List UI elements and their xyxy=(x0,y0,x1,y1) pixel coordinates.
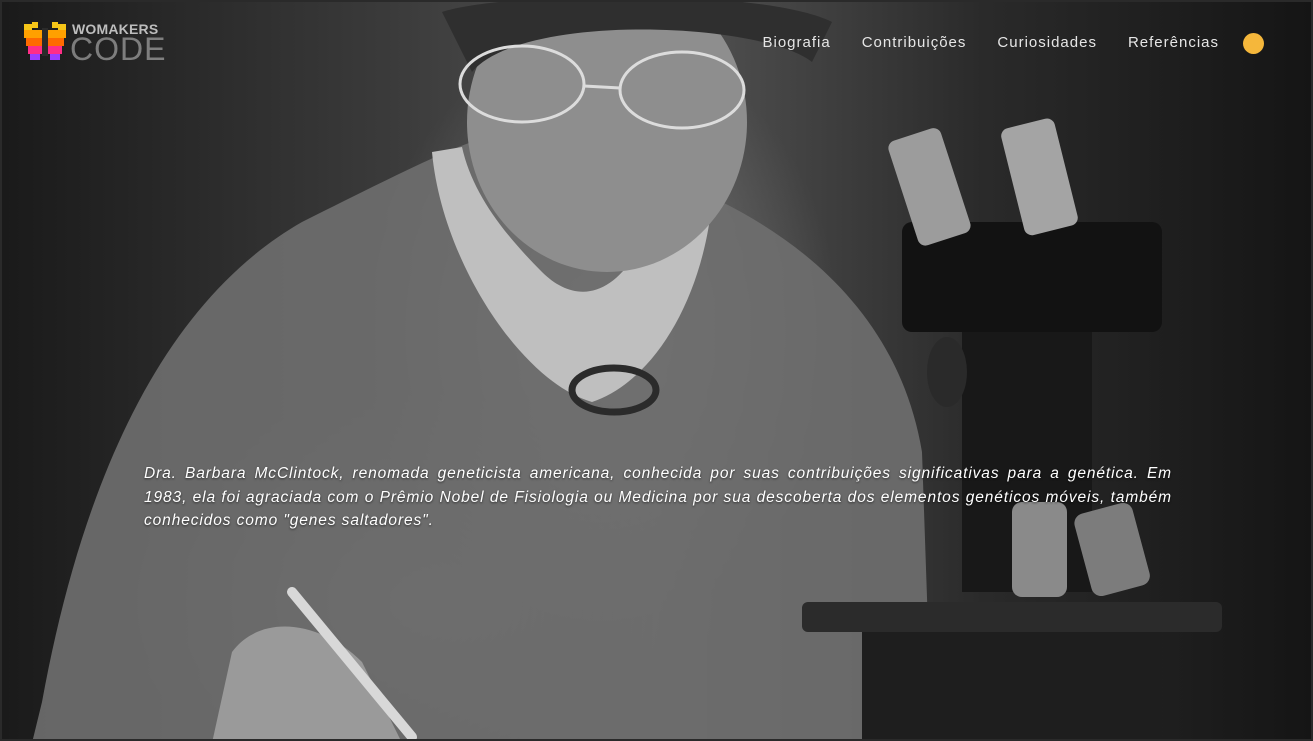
nav-links: Biografia Contribuições Curiosidades Ref… xyxy=(762,34,1219,51)
hero-section: WOMAKERS CODE Biografia Contribuições Cu… xyxy=(0,0,1313,741)
nav-link-referencias[interactable]: Referências xyxy=(1128,34,1219,51)
nav-link-biografia[interactable]: Biografia xyxy=(762,34,830,51)
theme-toggle-icon[interactable] xyxy=(1243,33,1264,54)
hero-intro-text: Dra. Barbara McClintock, renomada geneti… xyxy=(144,465,1172,529)
nav-link-curiosidades[interactable]: Curiosidades xyxy=(997,34,1097,51)
logo-text-bottom: CODE xyxy=(70,31,167,67)
butterfly-logo-icon xyxy=(24,22,66,60)
nav-link-contribuicoes[interactable]: Contribuições xyxy=(862,34,967,51)
top-navbar: WOMAKERS CODE Biografia Contribuições Cu… xyxy=(2,2,1311,84)
womakers-code-logo[interactable]: WOMAKERS CODE xyxy=(22,20,165,68)
hero-background-photo xyxy=(32,2,1222,739)
